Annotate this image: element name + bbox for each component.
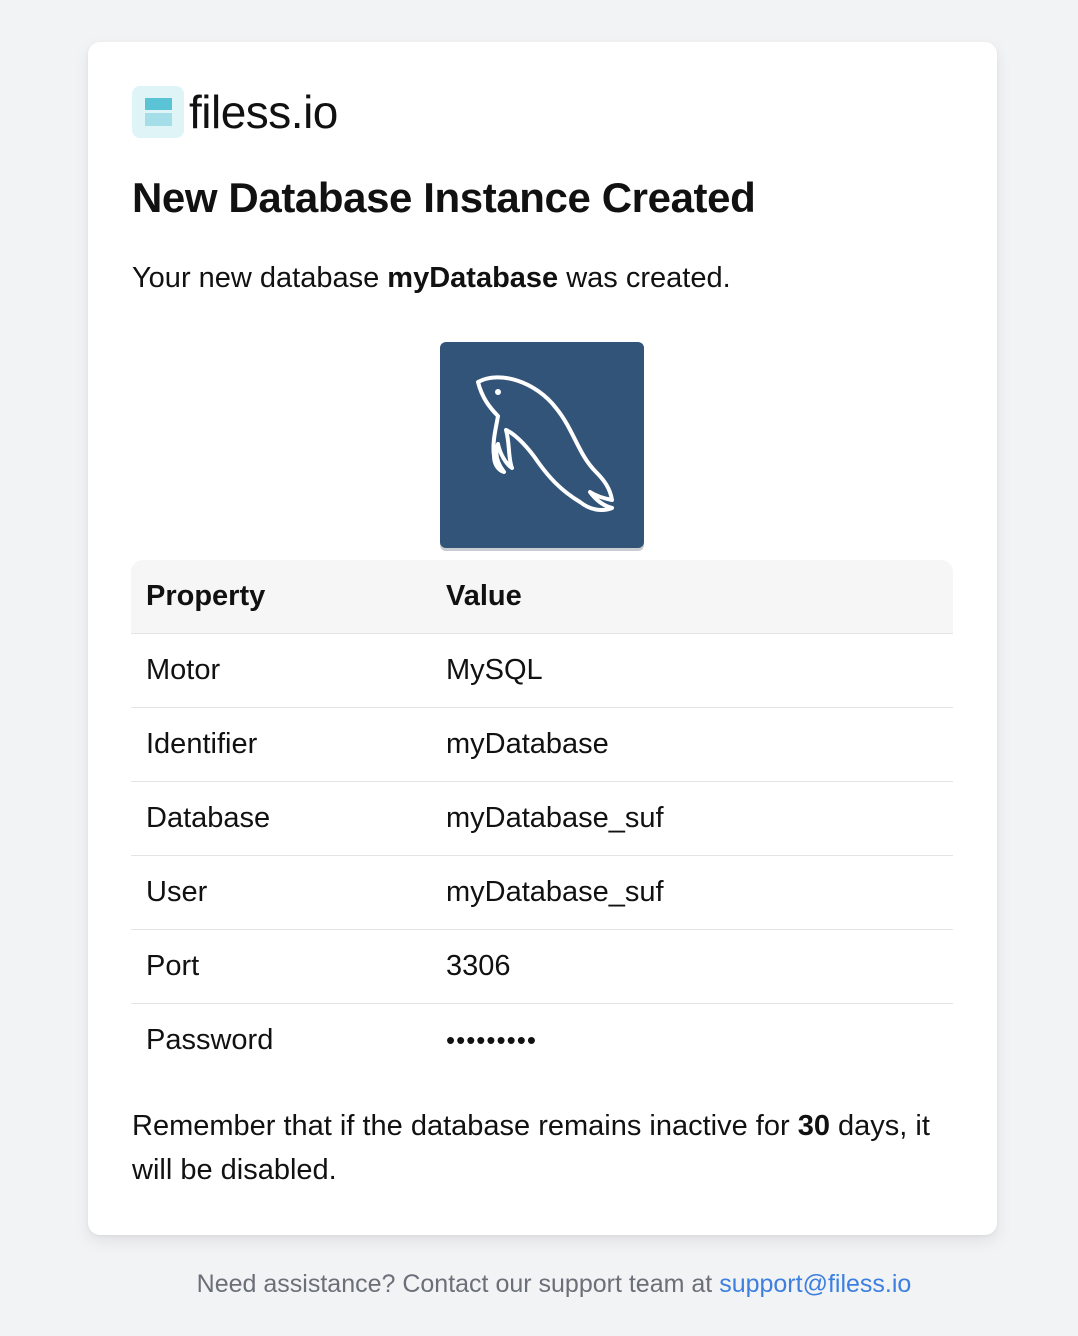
table-cell-property: Identifier (146, 728, 258, 760)
intro-text: Your new database myDatabase was created… (132, 258, 731, 298)
table-header-value: Value (446, 580, 522, 612)
table-row: Database myDatabase_suf (131, 782, 953, 856)
intro-prefix: Your new database (132, 262, 388, 294)
table-row: Motor MySQL (131, 634, 953, 708)
brand-name: filess.io (189, 86, 338, 138)
table-cell-property: Motor (146, 654, 221, 686)
reminder-prefix: Remember that if the database remains in… (132, 1110, 798, 1142)
filess-logo-icon (132, 86, 184, 138)
brand-header: filess.io (132, 86, 338, 138)
intro-db-name: myDatabase (387, 262, 559, 294)
credentials-table: Property Value Motor MySQL Identifier my… (131, 560, 953, 1077)
table-row: Identifier myDatabase (131, 708, 953, 782)
table-cell-property: User (146, 876, 208, 908)
table-cell-property: Database (146, 802, 271, 834)
email-card: filess.io New Database Instance Created … (88, 42, 997, 1235)
table-row: User myDatabase_suf (131, 856, 953, 930)
footer-text: Need assistance? Contact our support tea… (196, 1270, 720, 1298)
table-row: Password ••••••••• (131, 1004, 953, 1077)
support-email-link[interactable]: support@filess.io (719, 1270, 911, 1298)
password-masked-value: ••••••••• (446, 1025, 537, 1055)
table-cell-value: 3306 (446, 950, 511, 982)
table-cell-property: Password (146, 1024, 274, 1056)
reminder-days: 30 (797, 1110, 830, 1142)
inactivity-reminder: Remember that if the database remains in… (132, 1104, 932, 1192)
table-cell-value: MySQL (446, 654, 543, 686)
table-cell-value: myDatabase (446, 728, 609, 760)
footer: Need assistance? Contact our support tea… (0, 1264, 1078, 1304)
table-row: Port 3306 (131, 930, 953, 1004)
table-header-property: Property (146, 580, 266, 612)
page-title: New Database Instance Created (132, 174, 756, 221)
table-cell-property: Port (146, 950, 200, 982)
table-cell-value: myDatabase_suf (446, 802, 664, 834)
intro-suffix: was created. (558, 262, 731, 294)
table-header-row: Property Value (131, 560, 953, 634)
mysql-dolphin-icon (440, 342, 644, 548)
table-cell-value: myDatabase_suf (446, 876, 664, 908)
